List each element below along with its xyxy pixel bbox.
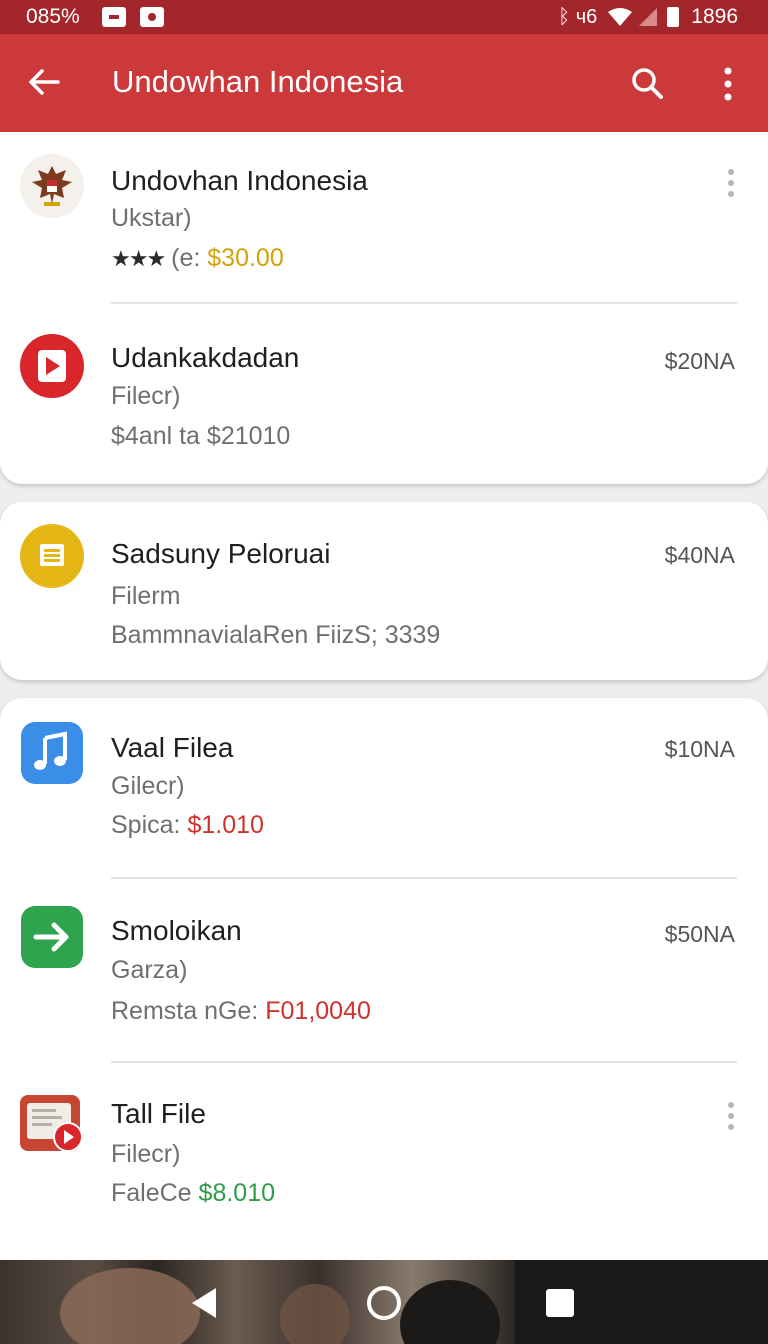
meta-price: $8.010: [198, 1179, 276, 1207]
meta-label: (e:: [171, 244, 201, 272]
back-arrow-icon[interactable]: [26, 64, 62, 100]
app-meta: Spica: $1.010: [111, 811, 264, 840]
network-label: ᛒ ч6: [558, 5, 598, 28]
app-meta: FaleCe $8.010: [111, 1179, 275, 1208]
meta-price: $30.00: [207, 244, 284, 272]
app-price: $50NA: [664, 921, 735, 947]
battery-icon: [667, 7, 680, 27]
battery-percent: 085%: [26, 5, 80, 28]
app-list-card: Vaal Filea Gilecr) Spica: $1.010 $10NA S…: [0, 698, 768, 1298]
signal-icon: [639, 8, 658, 26]
app-price: $20NA: [664, 348, 735, 374]
recents-nav-icon[interactable]: [537, 1280, 583, 1326]
app-meta: Remsta nGe: F01,0040: [111, 997, 371, 1026]
music-note-icon: [21, 722, 83, 784]
wifi-icon: [608, 8, 633, 26]
app-subtitle: Gilecr): [111, 772, 185, 800]
home-nav-icon[interactable]: [361, 1280, 407, 1326]
navigation-bar: [0, 1260, 768, 1344]
notification-icon: [101, 7, 126, 27]
app-meta: BammnavialaRen FiizS; 3339: [111, 621, 441, 649]
list-item[interactable]: Tall File Filecr) FaleCe $8.010: [0, 1063, 768, 1253]
list-item[interactable]: Undovhan Indonesia Ukstar) ★★★ (e: $30.0…: [0, 132, 768, 302]
background-photo: [0, 1260, 515, 1344]
list-item[interactable]: Vaal Filea Gilecr) Spica: $1.010 $10NA: [0, 698, 768, 878]
app-meta: ★★★ (e: $30.00: [111, 244, 284, 273]
app-list-card: Sadsuny Peloruai Filerm BammnavialaRen F…: [0, 502, 768, 680]
video-file-icon: [20, 1093, 84, 1157]
page-title: Undowhan Indonesia: [112, 64, 404, 99]
list-item[interactable]: Sadsuny Peloruai Filerm BammnavialaRen F…: [0, 502, 768, 680]
meta-label: Remsta nGe:: [111, 997, 259, 1025]
app-bar: Undowhan Indonesia: [0, 34, 768, 132]
app-name: Vaal Filea: [111, 732, 234, 763]
app-name: Undovhan Indonesia: [111, 165, 368, 196]
overflow-menu-icon[interactable]: [716, 66, 740, 102]
meta-price: $1.010: [187, 811, 264, 839]
clock: 1896: [691, 5, 738, 28]
app-subtitle: Filecr): [111, 382, 181, 410]
app-name: Smoloikan: [111, 915, 242, 946]
meta-label: Spica:: [111, 811, 181, 839]
app-name: Udankakdadan: [111, 342, 300, 373]
document-icon: [20, 524, 84, 588]
garuda-emblem-icon: [20, 154, 84, 218]
app-subtitle: Garza): [111, 956, 188, 984]
meta-price: F01,0040: [265, 997, 371, 1025]
app-price: $10NA: [664, 736, 735, 762]
list-item[interactable]: Udankakdadan Filecr) $4anl ta $21010 $20…: [0, 304, 768, 484]
app-subtitle: Ukstar): [111, 204, 192, 232]
item-menu-icon[interactable]: [722, 1101, 740, 1131]
camera-notification-icon: [139, 7, 164, 27]
status-bar: 085% ᛒ ч6 1896: [0, 0, 768, 34]
search-icon[interactable]: [630, 66, 664, 100]
star-rating: ★★★: [111, 246, 166, 271]
app-subtitle: Filecr): [111, 1140, 181, 1168]
app-name: Tall File: [111, 1098, 206, 1129]
list-item[interactable]: Smoloikan Garza) Remsta nGe: F01,0040 $5…: [0, 879, 768, 1061]
app-meta: $4anl ta $21010: [111, 422, 291, 450]
app-list-card: Undovhan Indonesia Ukstar) ★★★ (e: $30.0…: [0, 132, 768, 484]
app-subtitle: Filerm: [111, 582, 181, 610]
app-price: $40NA: [664, 542, 735, 568]
item-menu-icon[interactable]: [722, 168, 740, 198]
meta-label: FaleCe: [111, 1179, 192, 1207]
arrow-right-icon: [21, 906, 83, 968]
app-name: Sadsuny Peloruai: [111, 538, 331, 569]
back-nav-icon[interactable]: [182, 1280, 228, 1326]
play-icon: [20, 334, 84, 398]
